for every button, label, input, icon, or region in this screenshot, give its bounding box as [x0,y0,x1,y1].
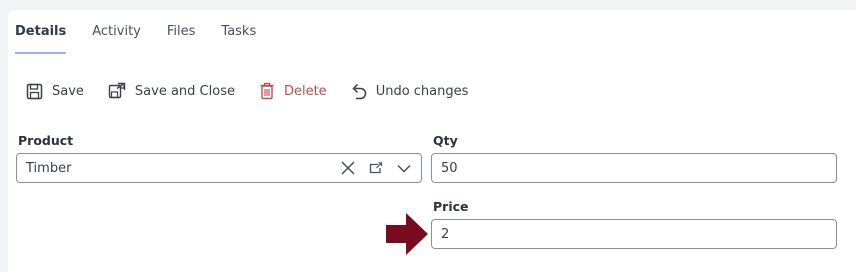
tab-bar: Details Activity Files Tasks [15,24,282,54]
price-field[interactable]: 2 [431,219,837,249]
product-label: Product [18,133,74,148]
pointer-arrow-icon [386,213,428,255]
product-field[interactable]: Timber [16,153,422,183]
tab-activity[interactable]: Activity [92,24,141,54]
save-and-close-button[interactable]: Save and Close [108,82,235,100]
undo-changes-button[interactable]: Undo changes [351,82,469,100]
save-button[interactable]: Save [26,83,84,100]
qty-field[interactable]: 50 [431,153,837,183]
chevron-down-icon[interactable] [397,164,411,173]
trash-icon [260,82,274,100]
floppy-disk-icon [26,83,43,99]
details-panel: Details Activity Files Tasks Save Save a… [8,10,856,272]
save-and-close-icon [108,82,126,99]
qty-label: Qty [433,133,458,148]
delete-label: Delete [283,83,327,99]
save-label: Save [52,83,84,99]
close-icon[interactable] [341,161,355,175]
undo-changes-label: Undo changes [375,83,469,99]
open-external-icon[interactable] [369,162,383,174]
qty-value: 50 [441,160,458,176]
tab-details[interactable]: Details [15,24,67,54]
product-value: Timber [26,160,72,176]
delete-button[interactable]: Delete [259,82,327,100]
undo-icon [352,83,366,100]
tab-files[interactable]: Files [167,24,196,54]
price-label: Price [433,199,469,214]
price-value: 2 [441,226,450,242]
save-and-close-label: Save and Close [134,83,235,99]
toolbar: Save Save and Close Delete Undo changes [26,80,492,102]
tab-tasks[interactable]: Tasks [221,24,256,54]
